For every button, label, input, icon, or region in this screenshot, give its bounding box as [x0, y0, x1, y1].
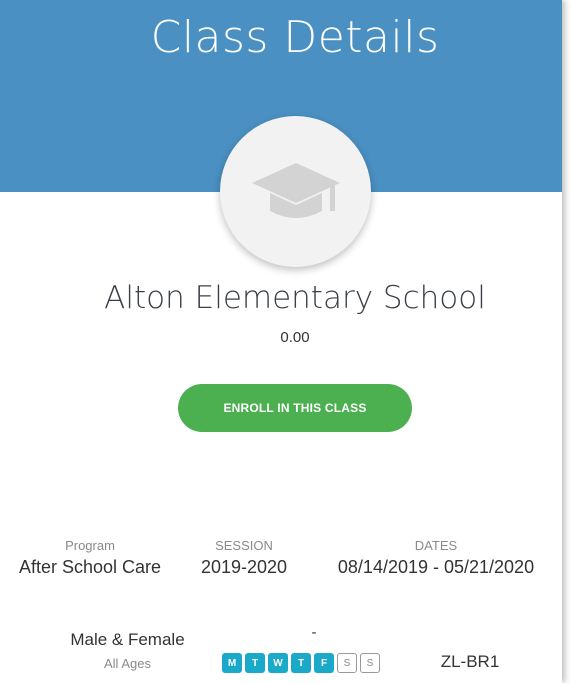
day-saturday: S [337, 653, 357, 673]
page-title: Class Details [150, 12, 440, 63]
dates-label: DATES [414, 538, 458, 553]
day-monday: M [222, 653, 242, 673]
day-wednesday: W [268, 653, 288, 673]
dates-value: 08/14/2019 - 05/21/2020 [337, 557, 535, 577]
day-thursday: T [291, 653, 311, 673]
class-details-card: Class Details Alton Elementary School 0.… [0, 0, 562, 683]
class-avatar [220, 116, 371, 267]
weekday-schedule: M T W T F S S [222, 653, 380, 673]
enroll-button[interactable]: ENROLL IN THIS CLASS [178, 384, 412, 432]
program-value: After School Care [18, 557, 162, 577]
day-sunday: S [360, 653, 380, 673]
gender-value: Male & Female [70, 630, 185, 649]
day-tuesday: T [245, 653, 265, 673]
class-price: 0.00 [280, 329, 310, 346]
ages-value: All Ages [104, 656, 151, 671]
session-label: SESSION [215, 538, 273, 553]
dash-value: - [311, 624, 317, 641]
graduation-cap-icon [251, 162, 340, 218]
school-name: Alton Elementary School [104, 280, 486, 316]
program-label: Program [65, 538, 115, 553]
session-value: 2019-2020 [200, 557, 288, 577]
class-code: ZL-BR1 [440, 652, 500, 671]
day-friday: F [314, 653, 334, 673]
